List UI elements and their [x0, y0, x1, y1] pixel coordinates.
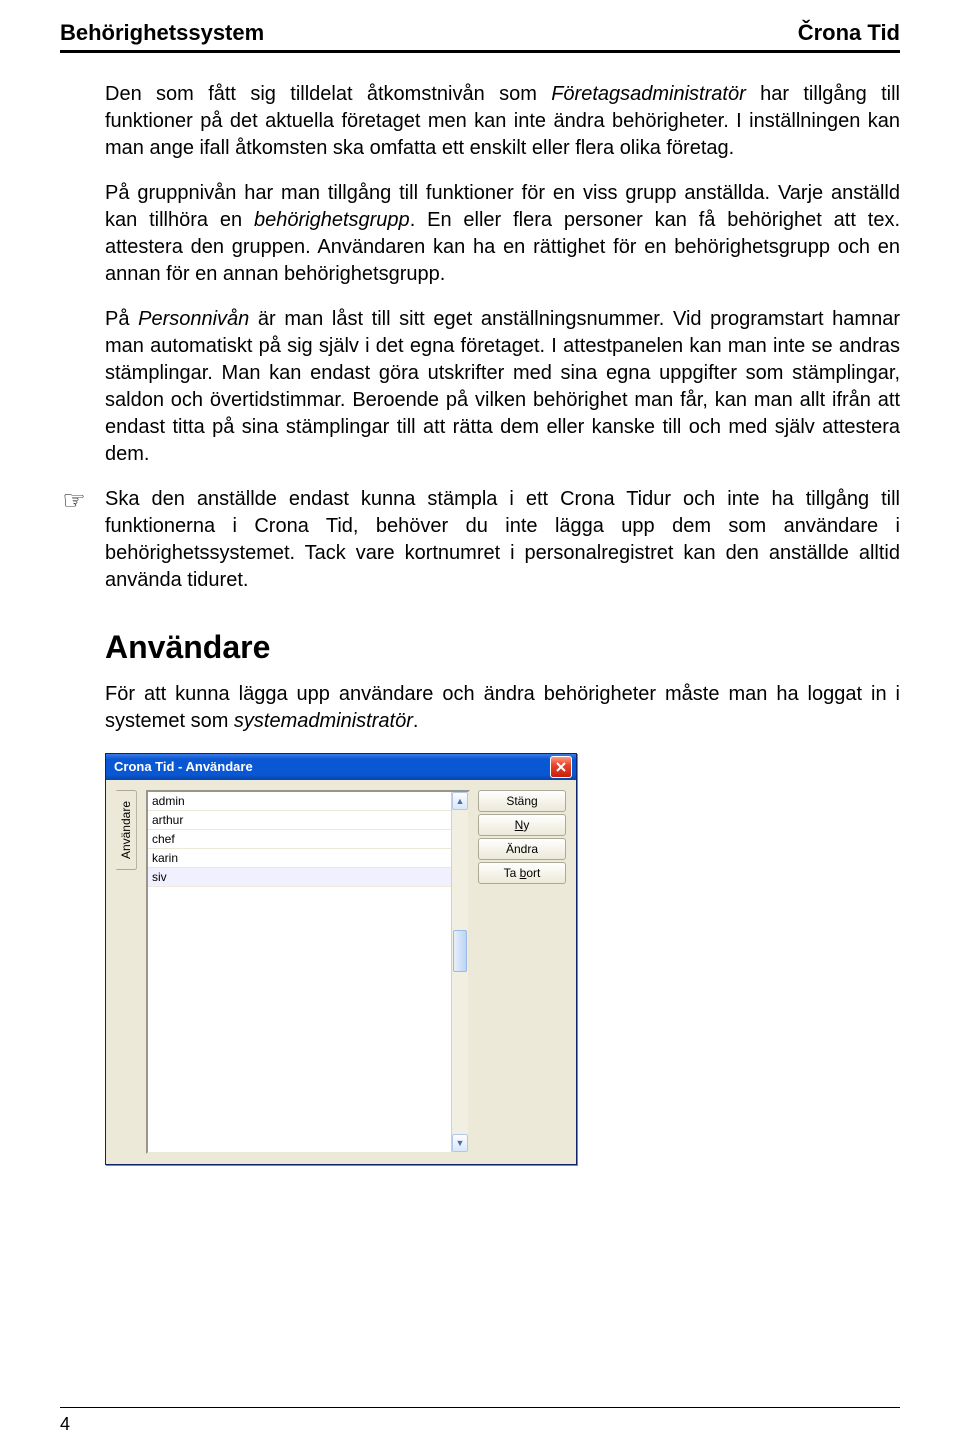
text: Ta	[504, 866, 520, 880]
section-heading: Användare	[105, 626, 900, 669]
scroll-down-icon[interactable]: ▼	[452, 1134, 468, 1152]
page-number: 4	[60, 1414, 70, 1434]
list-item[interactable]: siv	[148, 868, 468, 887]
scroll-thumb[interactable]	[453, 930, 467, 972]
paragraph-3: På Personnivån är man låst till sitt ege…	[105, 306, 900, 468]
new-button[interactable]: Ny	[478, 814, 566, 836]
pointing-hand-icon: ☞	[60, 486, 88, 514]
text: y	[523, 818, 529, 832]
list-item[interactable]: arthur	[148, 811, 468, 830]
header-right: Črona Tid	[798, 18, 900, 48]
note-block: ☞ Ska den anställde endast kunna stämpla…	[60, 486, 900, 594]
text: På	[105, 308, 138, 330]
text: ort	[526, 866, 540, 880]
scroll-track[interactable]	[452, 810, 468, 1134]
dialog-body: Användare admin arthur chef karin siv ▲ …	[106, 780, 576, 1164]
tab-column: Användare	[116, 790, 138, 1154]
delete-button[interactable]: Ta bort	[478, 862, 566, 884]
paragraph-1: Den som fått sig tilldelat åtkomstnivån …	[105, 81, 900, 162]
page-footer: 4	[60, 1407, 900, 1436]
edit-button[interactable]: Ändra	[478, 838, 566, 860]
close-button[interactable]: Stäng	[478, 790, 566, 812]
text-italic: Företagsadministratör	[551, 83, 746, 105]
text-italic: behörighetsgrupp	[254, 209, 410, 231]
text: För att kunna lägga upp användare och än…	[105, 683, 900, 732]
section-intro: För att kunna lägga upp användare och än…	[105, 681, 900, 735]
dialog-title: Crona Tid - Användare	[114, 758, 253, 776]
users-listbox[interactable]: admin arthur chef karin siv ▲ ▼	[146, 790, 470, 1154]
text-italic: Personnivån	[138, 308, 249, 330]
close-icon[interactable]	[550, 756, 572, 778]
dialog-titlebar[interactable]: Crona Tid - Användare	[106, 754, 576, 780]
list-item[interactable]: admin	[148, 792, 468, 811]
dialog-button-column: Stäng Ny Ändra Ta bort	[478, 790, 566, 1154]
scrollbar[interactable]: ▲ ▼	[451, 792, 468, 1152]
header-left: Behörighetssystem	[60, 18, 264, 48]
note-text: Ska den anställde endast kunna stämpla i…	[105, 486, 900, 594]
paragraph-2: På gruppnivån har man tillgång till funk…	[105, 180, 900, 288]
page-header: Behörighetssystem Črona Tid	[60, 18, 900, 53]
text: är man låst till sitt eget anställningsn…	[105, 308, 900, 465]
text: .	[413, 710, 419, 732]
list-item[interactable]: karin	[148, 849, 468, 868]
x-icon	[556, 762, 566, 772]
text: Den som fått sig tilldelat åtkomstnivån …	[105, 83, 551, 105]
text-italic: systemadministratör	[234, 710, 413, 732]
users-dialog: Crona Tid - Användare Användare admin ar…	[105, 753, 577, 1165]
scroll-up-icon[interactable]: ▲	[452, 792, 468, 810]
list-item[interactable]: chef	[148, 830, 468, 849]
tab-users[interactable]: Användare	[116, 790, 137, 870]
